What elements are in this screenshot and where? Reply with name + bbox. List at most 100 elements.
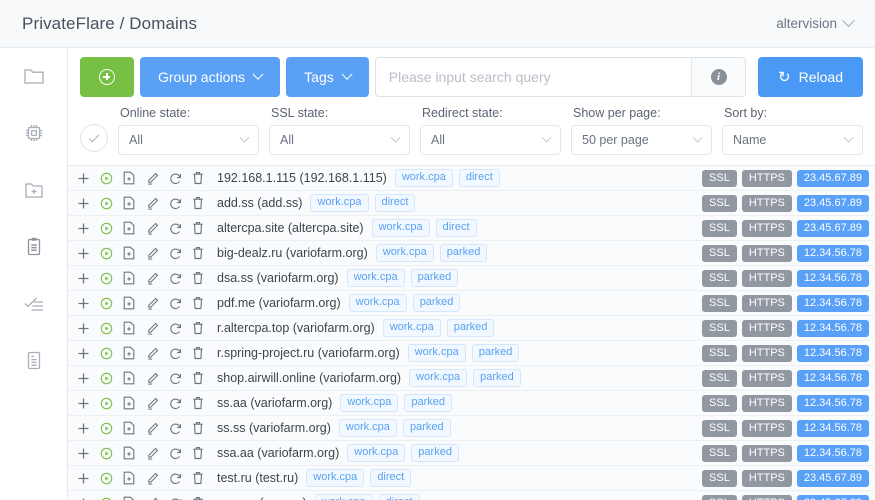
ip-badge[interactable]: 23.45.67.89 xyxy=(796,494,869,500)
table-row[interactable]: 192.168.1.115 (192.168.1.115) work.cpa dir… xyxy=(68,166,875,191)
trash-icon[interactable] xyxy=(191,496,205,500)
pencil-icon[interactable] xyxy=(145,221,159,235)
table-row[interactable]: ssa.aa (variofarm.org) work.cpa parked SSL H… xyxy=(68,441,875,466)
refresh-icon[interactable] xyxy=(168,321,182,335)
ssl-badge[interactable]: SSL xyxy=(702,494,737,500)
play-circle-icon[interactable] xyxy=(99,496,113,500)
tag-chip[interactable]: work.cpa xyxy=(306,469,365,487)
play-circle-icon[interactable] xyxy=(99,296,113,310)
file-plus-icon[interactable] xyxy=(122,321,136,335)
play-circle-icon[interactable] xyxy=(99,371,113,385)
https-badge[interactable]: HTTPS xyxy=(741,494,792,500)
table-row[interactable]: ss.ss (variofarm.org) work.cpa parked SSL HT… xyxy=(68,416,875,441)
file-plus-icon[interactable] xyxy=(122,171,136,185)
file-plus-icon[interactable] xyxy=(122,421,136,435)
refresh-icon[interactable] xyxy=(168,496,182,500)
ssl-badge[interactable]: SSL xyxy=(702,194,737,212)
plus-icon[interactable] xyxy=(76,371,90,385)
plus-icon[interactable] xyxy=(76,271,90,285)
trash-icon[interactable] xyxy=(191,446,205,460)
pencil-icon[interactable] xyxy=(145,496,159,500)
trash-icon[interactable] xyxy=(191,371,205,385)
sidebar-item-document[interactable] xyxy=(19,347,49,375)
ip-badge[interactable]: 23.45.67.89 xyxy=(796,469,869,487)
pencil-icon[interactable] xyxy=(145,421,159,435)
plus-icon[interactable] xyxy=(76,346,90,360)
plus-icon[interactable] xyxy=(76,321,90,335)
play-circle-icon[interactable] xyxy=(99,221,113,235)
play-circle-icon[interactable] xyxy=(99,471,113,485)
refresh-icon[interactable] xyxy=(168,196,182,210)
ssl-badge[interactable]: SSL xyxy=(702,344,737,362)
https-badge[interactable]: HTTPS xyxy=(741,194,792,212)
file-plus-icon[interactable] xyxy=(122,271,136,285)
filter-show-per-page-select[interactable]: 50 per page xyxy=(571,125,712,155)
https-badge[interactable]: HTTPS xyxy=(741,444,792,462)
file-plus-icon[interactable] xyxy=(122,296,136,310)
https-badge[interactable]: HTTPS xyxy=(741,269,792,287)
plus-icon[interactable] xyxy=(76,421,90,435)
ip-badge[interactable]: 12.34.56.78 xyxy=(796,369,869,387)
table-row[interactable]: pdf.me (variofarm.org) work.cpa parked SSL H… xyxy=(68,291,875,316)
trash-icon[interactable] xyxy=(191,296,205,310)
file-plus-icon[interactable] xyxy=(122,371,136,385)
sidebar-item-folder-add[interactable] xyxy=(19,176,49,204)
plus-icon[interactable] xyxy=(76,496,90,500)
play-circle-icon[interactable] xyxy=(99,196,113,210)
https-badge[interactable]: HTTPS xyxy=(741,369,792,387)
file-plus-icon[interactable] xyxy=(122,446,136,460)
ip-badge[interactable]: 12.34.56.78 xyxy=(796,394,869,412)
ip-badge[interactable]: 23.45.67.89 xyxy=(796,169,869,187)
trash-icon[interactable] xyxy=(191,346,205,360)
tag-chip[interactable]: parked xyxy=(439,244,488,262)
ssl-badge[interactable]: SSL xyxy=(702,419,737,437)
file-plus-icon[interactable] xyxy=(122,396,136,410)
tag-chip[interactable]: work.cpa xyxy=(338,419,397,437)
add-domain-button[interactable] xyxy=(80,57,134,97)
ip-badge[interactable]: 12.34.56.78 xyxy=(796,319,869,337)
sidebar-item-folder[interactable] xyxy=(19,62,49,90)
table-row[interactable]: altercpa.site (altercpa.site) work.cpa dir… xyxy=(68,216,875,241)
tag-chip[interactable]: parked xyxy=(473,369,521,387)
tag-chip[interactable]: direct xyxy=(458,169,500,187)
pencil-icon[interactable] xyxy=(145,246,159,260)
https-badge[interactable]: HTTPS xyxy=(741,344,792,362)
refresh-icon[interactable] xyxy=(168,271,182,285)
file-plus-icon[interactable] xyxy=(122,246,136,260)
plus-icon[interactable] xyxy=(76,221,90,235)
tag-chip[interactable]: work.cpa xyxy=(346,269,405,287)
ssl-badge[interactable]: SSL xyxy=(702,269,737,287)
play-circle-icon[interactable] xyxy=(99,171,113,185)
refresh-icon[interactable] xyxy=(168,371,182,385)
file-plus-icon[interactable] xyxy=(122,196,136,210)
pencil-icon[interactable] xyxy=(145,371,159,385)
tag-chip[interactable]: parked xyxy=(412,294,461,312)
file-plus-icon[interactable] xyxy=(122,221,136,235)
ip-badge[interactable]: 12.34.56.78 xyxy=(796,269,869,287)
table-row[interactable]: r.spring-project.ru (variofarm.org) work.… xyxy=(68,341,875,366)
tag-chip[interactable]: work.cpa xyxy=(394,169,453,187)
tag-chip[interactable]: direct xyxy=(435,219,477,237)
group-actions-button[interactable]: Group actions xyxy=(140,57,281,97)
plus-icon[interactable] xyxy=(76,246,90,260)
table-row[interactable]: add.ss (add.ss) work.cpa direct SSL HTTPS 23.… xyxy=(68,191,875,216)
refresh-icon[interactable] xyxy=(168,346,182,360)
pencil-icon[interactable] xyxy=(145,271,159,285)
pencil-icon[interactable] xyxy=(145,321,159,335)
plus-icon[interactable] xyxy=(76,196,90,210)
filter-online-state-select[interactable]: All xyxy=(118,125,259,155)
filter-ssl-state-select[interactable]: All xyxy=(269,125,410,155)
reload-button[interactable]: ↻ Reload xyxy=(758,57,863,97)
https-badge[interactable]: HTTPS xyxy=(741,419,792,437)
ssl-badge[interactable]: SSL xyxy=(702,394,737,412)
tag-chip[interactable]: parked xyxy=(471,344,520,362)
refresh-icon[interactable] xyxy=(168,221,182,235)
ssl-badge[interactable]: SSL xyxy=(702,294,737,312)
play-circle-icon[interactable] xyxy=(99,346,113,360)
pencil-icon[interactable] xyxy=(145,196,159,210)
sidebar-item-clipboard[interactable] xyxy=(19,233,49,261)
sidebar-item-chip[interactable] xyxy=(19,119,49,147)
refresh-icon[interactable] xyxy=(168,171,182,185)
https-badge[interactable]: HTTPS xyxy=(741,469,792,487)
refresh-icon[interactable] xyxy=(168,471,182,485)
